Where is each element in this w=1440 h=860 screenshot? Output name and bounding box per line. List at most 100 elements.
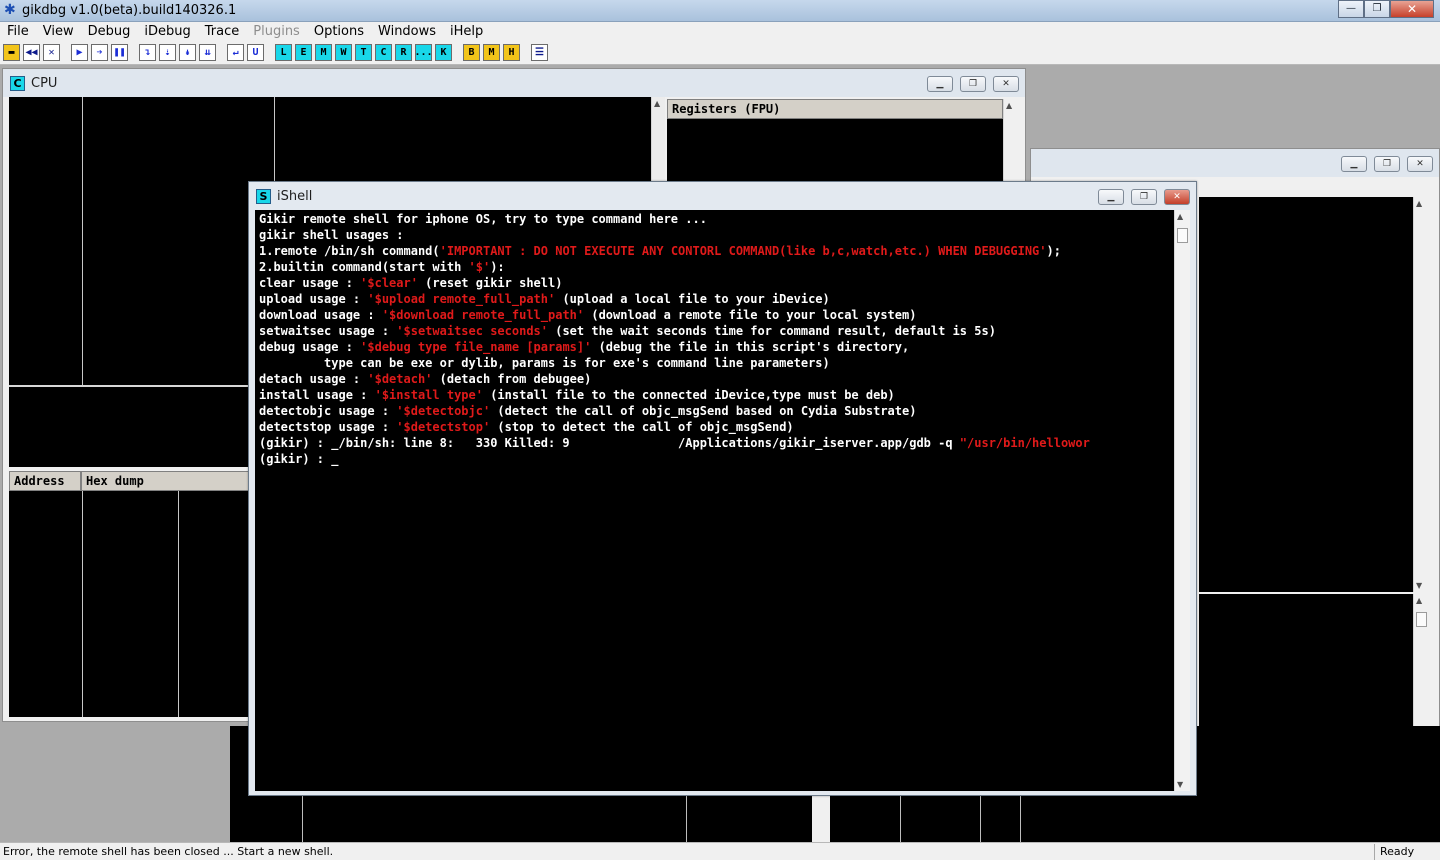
trace-over-icon[interactable]: ⇊ [199, 44, 216, 61]
list-icon[interactable]: ☰ [531, 44, 548, 61]
console-text: (gikir) : _/bin/sh: line 8: 330 Killed: … [259, 436, 960, 450]
console-text: ); [1046, 244, 1061, 258]
splitter[interactable] [812, 796, 830, 842]
background-scrollbar-top[interactable]: ▲ ▼ [1413, 197, 1429, 592]
more-windows-button[interactable]: ... [414, 44, 433, 61]
console-text: download usage : [259, 308, 382, 322]
close-icon[interactable]: ✕ [43, 44, 60, 61]
menu-file[interactable]: File [0, 22, 36, 41]
console-line: Gikir remote shell for iphone OS, try to… [259, 211, 1174, 227]
modules-window-button[interactable]: E [295, 44, 312, 61]
restore-icon[interactable]: ❐ [1374, 156, 1400, 172]
dump-header-address[interactable]: Address [9, 471, 81, 491]
restore-icon[interactable]: ❐ [960, 76, 986, 92]
cpu-window-title: CPU [31, 76, 58, 91]
status-message: Error, the remote shell has been closed … [3, 845, 334, 858]
cpu-window-button[interactable]: C [375, 44, 392, 61]
status-divider [1374, 844, 1375, 860]
menu-trace[interactable]: Trace [198, 22, 247, 41]
hardware-breakpoints-button[interactable]: H [503, 44, 520, 61]
console-line: detectobjc usage : '$detectobjc' (detect… [259, 403, 1174, 419]
console-text: '$clear' [360, 276, 418, 290]
console-text: '$detach' [367, 372, 433, 386]
close-icon[interactable]: ✕ [1164, 189, 1190, 205]
close-button[interactable]: ✕ [1390, 0, 1434, 18]
mdi-workspace: ▁ ❐ ✕ ▲ ▼ ▲ C CPU ▁ ❐ ✕ Address Hex dump… [0, 66, 1440, 842]
pause-icon[interactable]: ❚❚ [111, 44, 128, 61]
open-folder-icon[interactable]: ▬ [3, 44, 20, 61]
window-controls: — ❐ ✕ [1338, 0, 1434, 18]
console-line: detach usage : '$detach' (detach from de… [259, 371, 1174, 387]
menu-view[interactable]: View [36, 22, 81, 41]
step-over-icon[interactable]: ⇣ [159, 44, 176, 61]
console-text: '$detectobjc' [396, 404, 491, 418]
console-text: upload usage : [259, 292, 368, 306]
memory-breakpoints-button[interactable]: M [483, 44, 500, 61]
minimize-icon[interactable]: ▁ [1341, 156, 1367, 172]
console-text: debug usage : [259, 340, 361, 354]
menu-ihelp[interactable]: iHelp [443, 22, 490, 41]
ishell-title: iShell [277, 189, 313, 204]
step-into-icon[interactable]: ↴ [139, 44, 156, 61]
console-text: install usage : [259, 388, 375, 402]
column-divider [82, 97, 83, 385]
console-line: upload usage : '$upload remote_full_path… [259, 291, 1174, 307]
breakpoints-window-button[interactable]: B [463, 44, 480, 61]
console-line: type can be exe or dylib, params is for … [259, 355, 1174, 371]
minimize-button[interactable]: — [1338, 0, 1364, 18]
console-text: detach usage : [259, 372, 368, 386]
execute-till-user-icon[interactable]: U [247, 44, 264, 61]
scroll-down-icon[interactable]: ▼ [1416, 581, 1422, 590]
scroll-up-icon[interactable]: ▲ [1006, 101, 1012, 110]
windows-window-button[interactable]: W [335, 44, 352, 61]
menu-options[interactable]: Options [307, 22, 371, 41]
console-text: type can be exe or dylib, params is for … [259, 356, 830, 370]
memory-window-button[interactable]: M [315, 44, 332, 61]
console-text: 1.remote /bin/sh command( [259, 244, 440, 258]
console-line: setwaitsec usage : '$setwaitsec seconds'… [259, 323, 1174, 339]
scroll-up-icon[interactable]: ▲ [1416, 596, 1422, 605]
references-window-button[interactable]: R [395, 44, 412, 61]
ishell-console[interactable]: Gikir remote shell for iphone OS, try to… [255, 210, 1174, 791]
maximize-button[interactable]: ❐ [1364, 0, 1390, 18]
column-divider [302, 796, 303, 842]
ishell-window-controls: ▁ ❐ ✕ [1091, 189, 1190, 205]
rewind-icon[interactable]: ◀◀ [23, 44, 40, 61]
close-icon[interactable]: ✕ [993, 76, 1019, 92]
console-text: '$download remote_full_path' [381, 308, 585, 322]
log-window-button[interactable]: L [275, 44, 292, 61]
console-text: "/usr/bin/hellowor [959, 436, 1090, 450]
close-icon[interactable]: ✕ [1407, 156, 1433, 172]
run-icon[interactable]: ▶ [71, 44, 88, 61]
console-line: gikir shell usages : [259, 227, 1174, 243]
scroll-thumb[interactable] [1177, 228, 1188, 243]
menu-idebug[interactable]: iDebug [137, 22, 197, 41]
console-text: detectobjc usage : [259, 404, 397, 418]
scroll-thumb[interactable] [1416, 612, 1427, 627]
scroll-up-icon[interactable]: ▲ [1177, 212, 1183, 221]
console-text: (detect the call of objc_msgSend based o… [490, 404, 917, 418]
registers-header[interactable]: Registers (FPU) [667, 99, 1003, 119]
console-text: '$install type' [374, 388, 483, 402]
step-run-icon[interactable]: ➔ [91, 44, 108, 61]
console-line: detectstop usage : '$detectstop' (stop t… [259, 419, 1174, 435]
trace-into-icon[interactable]: ↡ [179, 44, 196, 61]
threads-window-button[interactable]: T [355, 44, 372, 61]
minimize-icon[interactable]: ▁ [1098, 189, 1124, 205]
console-text: '$debug type file_name [params]' [360, 340, 592, 354]
call-stack-window-button[interactable]: K [435, 44, 452, 61]
scroll-up-icon[interactable]: ▲ [1416, 199, 1422, 208]
restore-icon[interactable]: ❐ [1131, 189, 1157, 205]
execute-till-return-icon[interactable]: ↵ [227, 44, 244, 61]
menu-debug[interactable]: Debug [81, 22, 138, 41]
ishell-scrollbar[interactable]: ▲ ▼ [1174, 210, 1190, 791]
cpu-window-title-bar: C CPU ▁ ❐ ✕ [3, 69, 1025, 97]
background-window-controls: ▁ ❐ ✕ [1334, 156, 1433, 172]
scroll-up-icon[interactable]: ▲ [654, 99, 660, 108]
menu-bar: File View Debug iDebug Trace Plugins Opt… [0, 22, 1440, 41]
console-text: Gikir remote shell for iphone OS, try to… [259, 212, 707, 226]
scroll-down-icon[interactable]: ▼ [1177, 780, 1183, 789]
minimize-icon[interactable]: ▁ [927, 76, 953, 92]
menu-windows[interactable]: Windows [371, 22, 443, 41]
ishell-window: S iShell ▁ ❐ ✕ Gikir remote shell for ip… [248, 181, 1197, 796]
